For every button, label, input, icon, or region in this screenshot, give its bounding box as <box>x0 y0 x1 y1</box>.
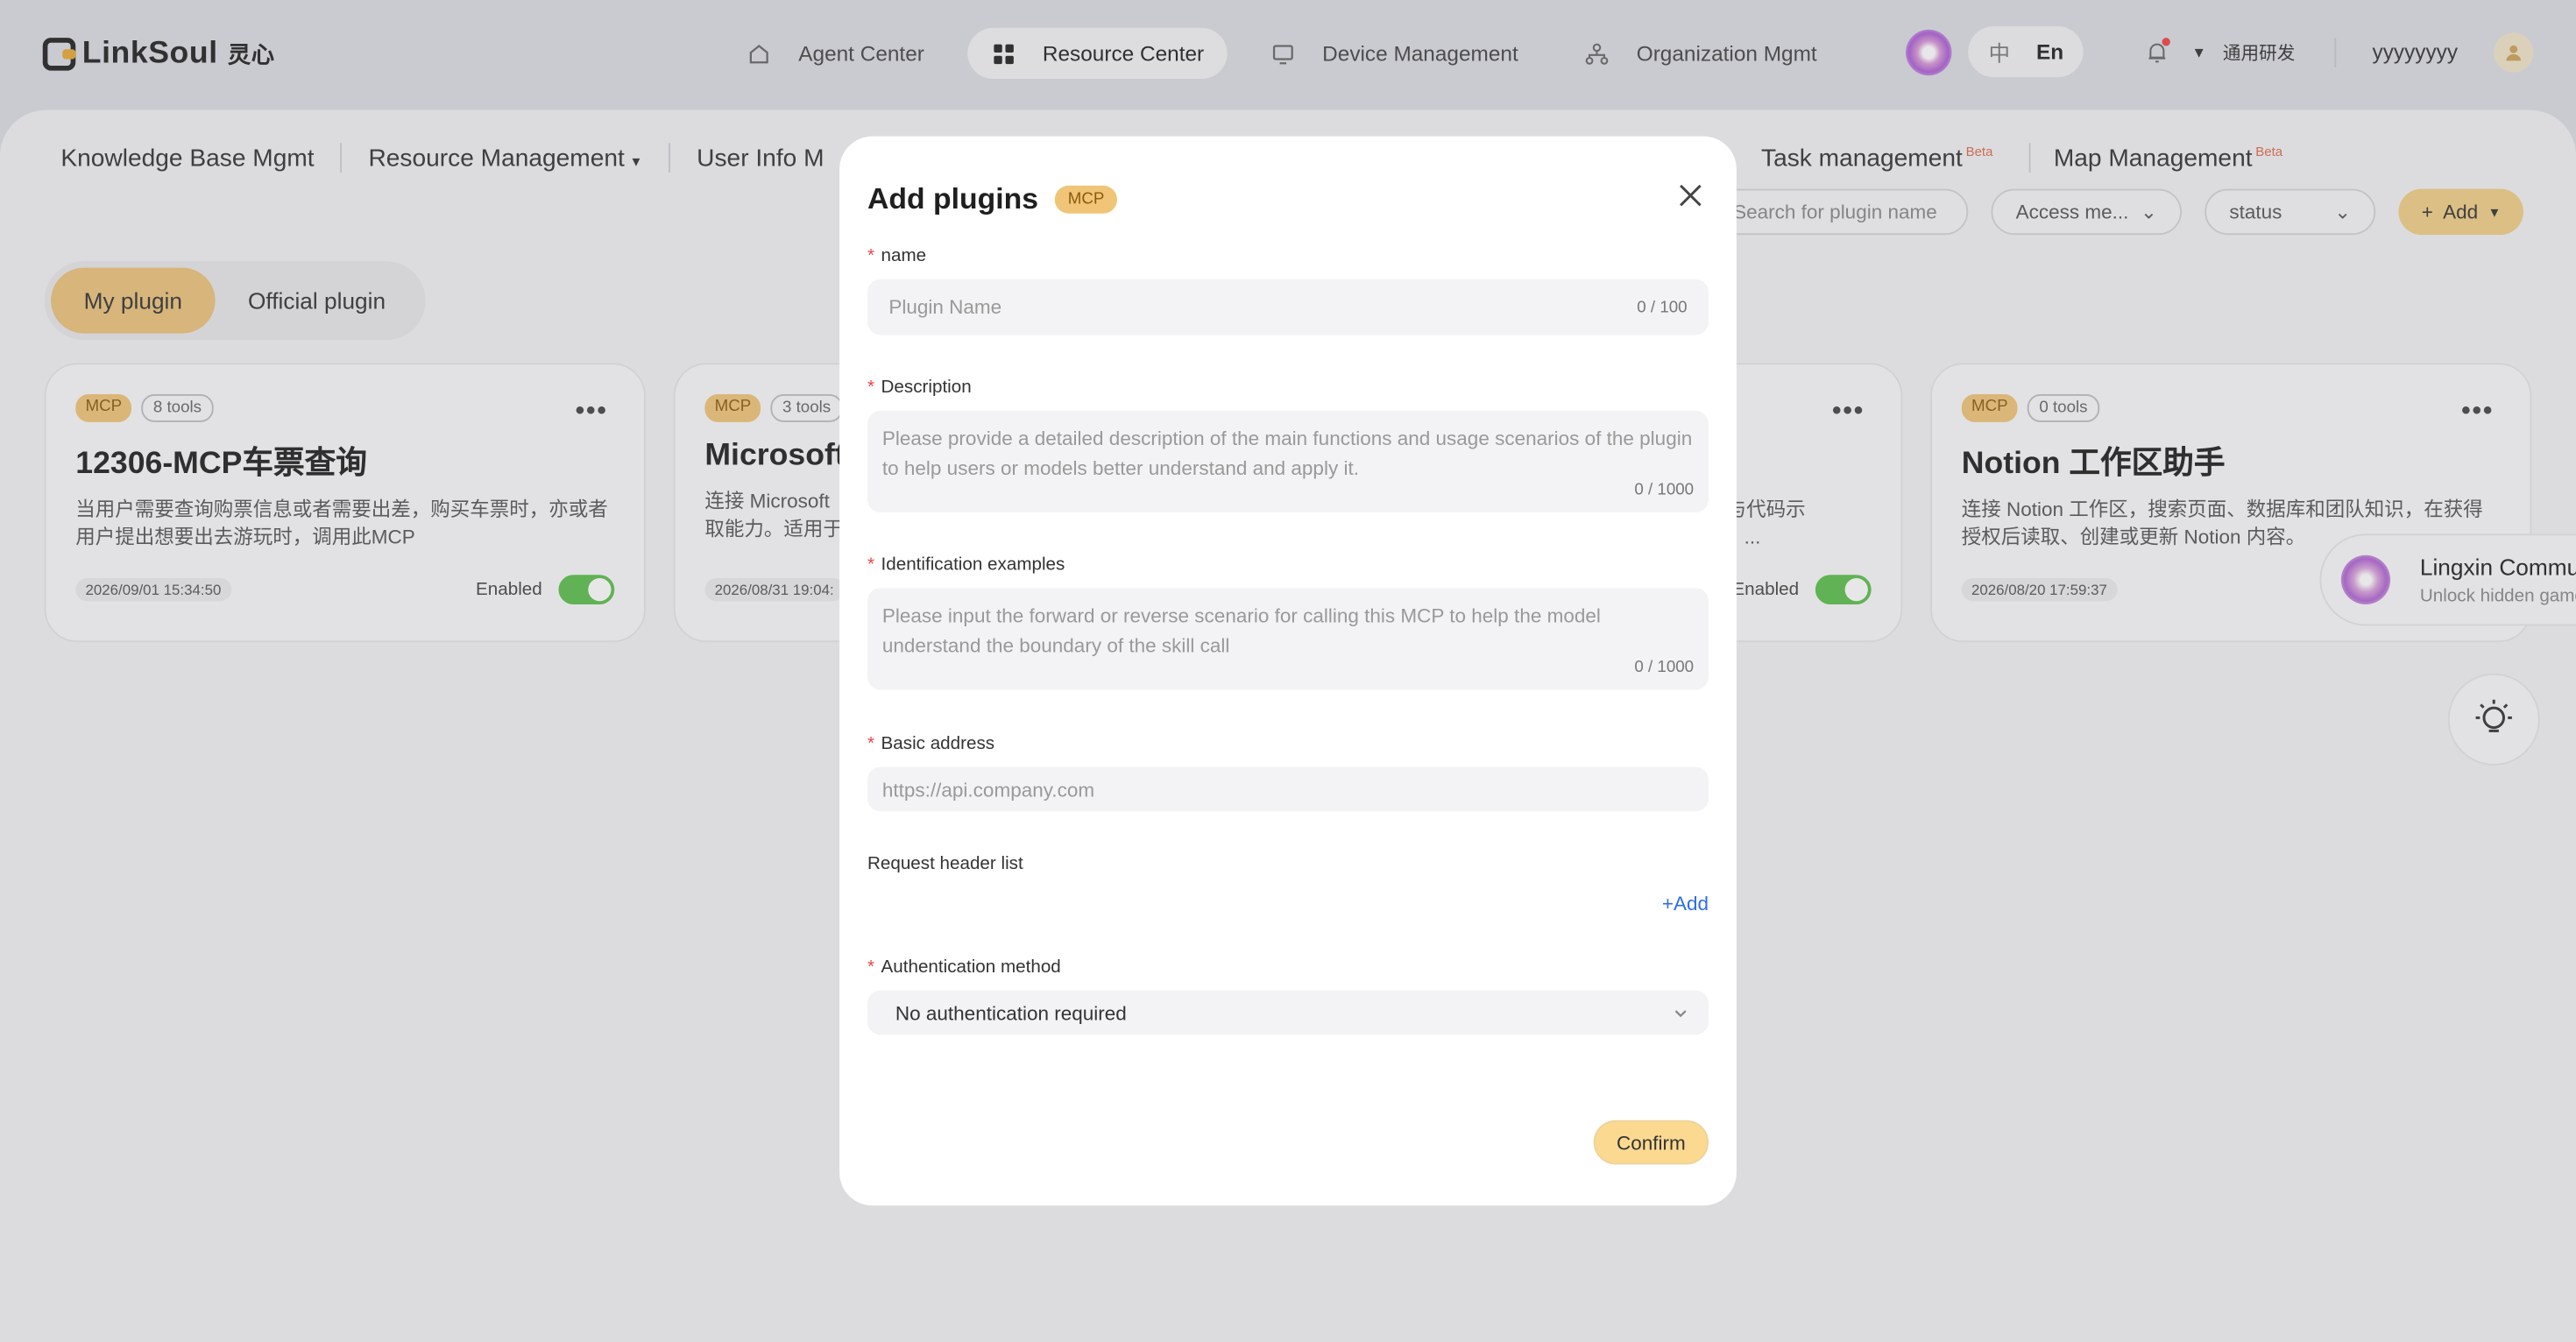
field-label: * name <box>867 246 1709 266</box>
dialog-title: Add plugins <box>867 182 1038 215</box>
required-mark: * <box>867 246 875 266</box>
add-header-link[interactable]: +Add <box>867 892 1709 915</box>
placeholder-text: Plugin Name <box>888 295 1002 319</box>
field-label: * Basic address <box>867 734 1709 754</box>
label-text: Identification examples <box>881 554 1065 576</box>
required-mark: * <box>867 734 875 754</box>
field-label: * Authentication method <box>867 957 1709 978</box>
mcp-badge: MCP <box>1054 185 1118 214</box>
required-mark: * <box>867 554 875 576</box>
auth-field: * Authentication method No authentication… <box>867 957 1709 1035</box>
chevron-down-icon <box>1674 1009 1687 1017</box>
base-address-input[interactable]: https://api.company.com <box>867 766 1709 812</box>
field-label: * Description <box>867 378 1709 398</box>
auth-method-select[interactable]: No authentication required <box>867 990 1709 1035</box>
selected-value: No authentication required <box>895 1000 1127 1025</box>
placeholder-text: https://api.company.com <box>881 777 1095 802</box>
description-field: * Description Please provide a detailed d… <box>867 378 1709 512</box>
address-field: * Basic address https://api.company.com <box>867 734 1709 812</box>
field-label: Request header list <box>867 854 1023 874</box>
header-list-field: Request header list <box>867 854 1709 874</box>
label-text: Basic address <box>881 734 995 754</box>
placeholder-text: Please provide a detailed description of… <box>881 427 1693 480</box>
char-counter: 0 / 100 <box>1637 298 1688 316</box>
label-text: name <box>881 246 927 266</box>
char-counter: 0 / 1000 <box>1634 481 1695 499</box>
required-mark: * <box>867 957 875 978</box>
confirm-button[interactable]: Confirm <box>1593 1120 1709 1165</box>
close-icon[interactable] <box>1674 179 1708 212</box>
char-counter: 0 / 1000 <box>1634 658 1695 677</box>
identification-textarea[interactable]: Please input the forward or reverse scen… <box>867 588 1709 690</box>
plugin-name-input[interactable]: Plugin Name 0 / 100 <box>867 279 1709 336</box>
required-mark: * <box>867 378 875 398</box>
add-plugin-dialog: Add plugins MCP * name Plugin Name 0 / 10… <box>839 136 1737 1206</box>
label-text: Description <box>881 378 972 398</box>
name-field: * name Plugin Name 0 / 100 <box>867 246 1709 336</box>
dialog-header: Add plugins MCP <box>867 182 1118 216</box>
label-text: Authentication method <box>881 957 1061 978</box>
description-textarea[interactable]: Please provide a detailed description of… <box>867 410 1709 512</box>
identification-field: * Identification examples Please input th… <box>867 555 1709 690</box>
field-label: * Identification examples <box>867 555 1709 576</box>
placeholder-text: Please input the forward or reverse scen… <box>881 604 1601 657</box>
